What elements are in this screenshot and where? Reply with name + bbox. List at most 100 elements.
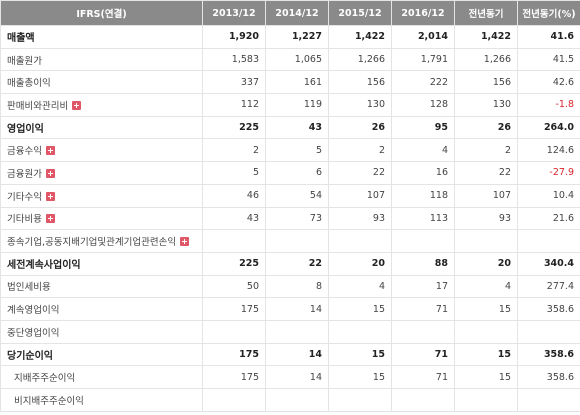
value-cell: 14 (265, 297, 329, 321)
value-cell: 20 (328, 251, 392, 276)
value-cell: 1,791 (391, 47, 455, 72)
expand-plus-icon[interactable] (45, 146, 55, 156)
row-label-cell: 세전계속사업이익 (0, 251, 203, 276)
value-cell: 128 (391, 93, 455, 117)
value-cell: 130 (328, 93, 392, 117)
table-row: 세전계속사업이익 225 22 20 88 20 340.4 (0, 251, 580, 276)
value-cell: 43 (265, 115, 329, 140)
value-cell: 15 (454, 365, 518, 389)
value-cell: 21.6 (517, 206, 580, 231)
row-label: 영업이익 (7, 124, 44, 136)
value-cell (328, 229, 392, 253)
value-cell: 107 (328, 183, 392, 208)
value-cell: 15 (328, 365, 392, 389)
table-row: 기타수익 46 54 107 118 107 10.4 (0, 183, 580, 208)
table-row: 매출원가 1,583 1,065 1,266 1,791 1,266 41.5 (0, 47, 580, 72)
value-cell: 22 (328, 161, 392, 185)
row-label-cell: 계속영업이익 (0, 297, 203, 321)
row-label: 계속영업이익 (7, 305, 60, 317)
value-cell: 156 (328, 70, 392, 95)
value-cell: 41.6 (517, 25, 580, 49)
table-row: 판매비와관리비 112 119 130 128 130 -1.8 (0, 93, 580, 117)
value-cell: 6 (265, 161, 329, 185)
expand-plus-icon[interactable] (180, 237, 190, 247)
row-label-cell[interactable]: 금융원가 (0, 161, 203, 185)
expand-plus-icon[interactable] (45, 214, 55, 224)
value-cell (454, 319, 518, 344)
value-cell (517, 388, 580, 412)
table-row: 지배주주순이익 175 14 15 71 15 358.6 (0, 365, 580, 389)
value-cell: 17 (391, 274, 455, 299)
value-cell: 26 (454, 115, 518, 140)
row-label-cell: 법인세비용 (0, 274, 203, 299)
row-label-cell: 지배주주순이익 (0, 365, 203, 389)
value-cell: 26 (328, 115, 392, 140)
row-label-cell[interactable]: 금융수익 (0, 138, 203, 163)
value-cell: 46 (202, 183, 266, 208)
value-cell (265, 319, 329, 344)
header-col-2014: 2014/12 (265, 0, 329, 26)
value-cell: 15 (328, 297, 392, 321)
row-label: 금융원가 (7, 168, 42, 180)
value-cell: 1,266 (328, 47, 392, 72)
value-cell: 1,422 (328, 25, 392, 49)
row-label-cell: 매출총이익 (0, 70, 203, 95)
row-label-cell[interactable]: 기타비용 (0, 206, 203, 231)
value-cell (328, 319, 392, 344)
header-col-2015: 2015/12 (328, 0, 392, 26)
value-cell (391, 229, 455, 253)
row-label-cell[interactable]: 판매비와관리비 (0, 93, 203, 117)
value-cell: 124.6 (517, 138, 580, 163)
table-row: 법인세비용 50 8 4 17 4 277.4 (0, 274, 580, 299)
value-cell: 175 (202, 297, 266, 321)
header-row: IFRS(연결) 2013/12 2014/12 2015/12 2016/12… (0, 0, 580, 26)
value-cell: 8 (265, 274, 329, 299)
value-cell (391, 388, 455, 412)
value-cell (202, 319, 266, 344)
value-cell: 4 (328, 274, 392, 299)
header-col-prev-period-pct: 전년동기(%) (517, 0, 580, 26)
value-cell: 358.6 (517, 297, 580, 321)
row-label-cell[interactable]: 기타수익 (0, 183, 203, 208)
row-label: 비지배주주순이익 (14, 395, 84, 407)
value-cell: 50 (202, 274, 266, 299)
row-label-cell: 중단영업이익 (0, 319, 203, 344)
value-cell: 1,065 (265, 47, 329, 72)
value-cell (265, 388, 329, 412)
value-cell: 88 (391, 251, 455, 276)
value-cell: 10.4 (517, 183, 580, 208)
value-cell: 22 (265, 251, 329, 276)
table-row: 기타비용 43 73 93 113 93 21.6 (0, 206, 580, 231)
table-row: 중단영업이익 (0, 319, 580, 344)
row-label: 기타비용 (7, 214, 42, 226)
value-cell: 42.6 (517, 70, 580, 95)
value-cell (517, 229, 580, 253)
value-cell: 156 (454, 70, 518, 95)
table-row: 당기순이익 175 14 15 71 15 358.6 (0, 342, 580, 367)
row-label-cell: 당기순이익 (0, 342, 203, 367)
row-label: 판매비와관리비 (7, 100, 69, 112)
value-cell (202, 388, 266, 412)
value-cell: 107 (454, 183, 518, 208)
value-cell: 71 (391, 297, 455, 321)
header-col-prev-period: 전년동기 (454, 0, 518, 26)
expand-plus-icon[interactable] (45, 191, 55, 201)
expand-plus-icon[interactable] (45, 168, 55, 178)
value-cell: 277.4 (517, 274, 580, 299)
row-label-cell[interactable]: 종속기업,공동지배기업및관계기업관련손익 (0, 229, 203, 253)
value-cell: 73 (265, 206, 329, 231)
header-label: IFRS(연결) (0, 0, 203, 26)
value-cell: 119 (265, 93, 329, 117)
expand-plus-icon[interactable] (72, 100, 82, 110)
value-cell (202, 229, 266, 253)
value-cell: 41.5 (517, 47, 580, 72)
value-cell: 5 (202, 161, 266, 185)
row-label: 중단영업이익 (7, 327, 60, 339)
row-label: 매출총이익 (7, 78, 51, 90)
table-row: 종속기업,공동지배기업및관계기업관련손익 (0, 229, 580, 253)
table-row: 금융수익 2 5 2 4 2 124.6 (0, 138, 580, 163)
value-cell: 54 (265, 183, 329, 208)
value-cell: 14 (265, 342, 329, 367)
row-label: 당기순이익 (7, 350, 53, 362)
value-cell: 93 (328, 206, 392, 231)
